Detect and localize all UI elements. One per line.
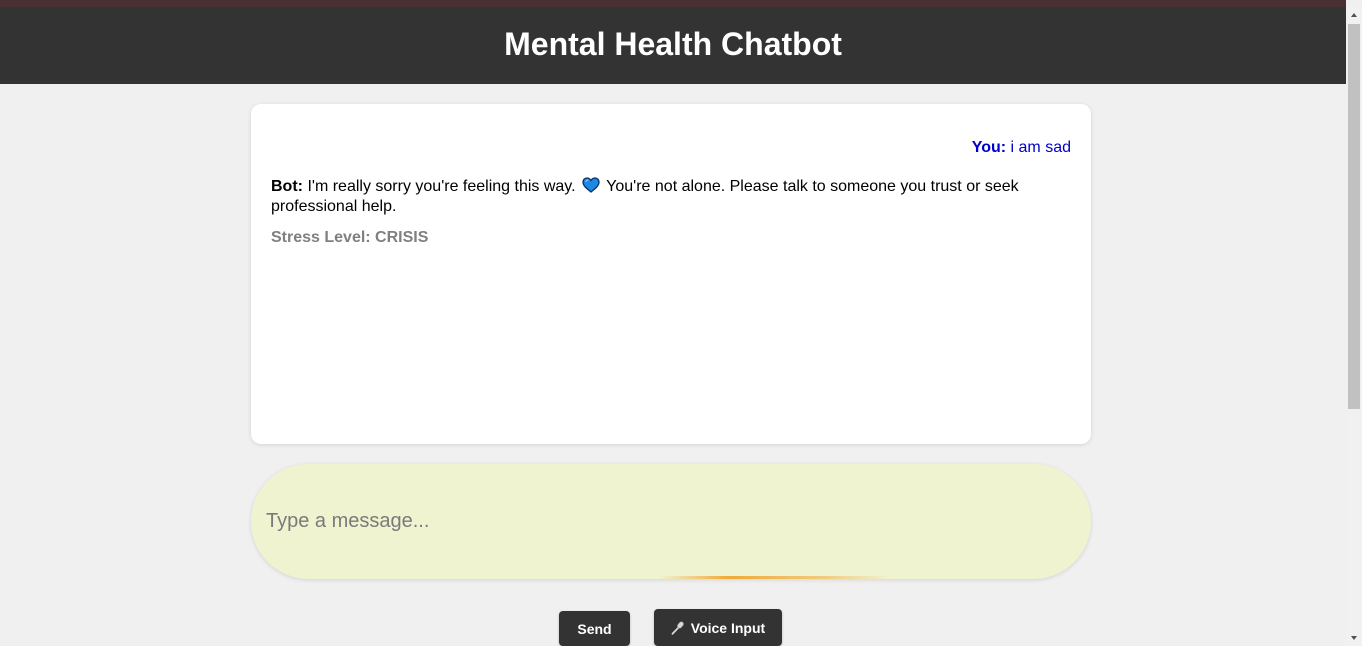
input-glow-accent <box>660 576 890 579</box>
message-input[interactable] <box>251 464 1091 579</box>
bot-message: Bot: I'm really sorry you're feeling thi… <box>271 177 1061 216</box>
chat-box: You: i am sad Bot: I'm really sorry you'… <box>251 104 1091 444</box>
user-sender-label: You: <box>971 139 1007 156</box>
stress-level: Stress Level: CRISIS <box>271 229 429 246</box>
bot-message-text-start: I'm really sorry you're feeling this way… <box>307 178 576 195</box>
user-message: You: i am sad <box>972 139 1071 157</box>
send-button[interactable]: Send <box>559 611 630 646</box>
app-header: Mental Health Chatbot <box>0 7 1346 84</box>
scroll-down-arrow-icon[interactable] <box>1346 630 1362 646</box>
microphone-icon <box>671 620 685 635</box>
page-scrollbar[interactable] <box>1346 7 1362 646</box>
top-border <box>0 0 1346 7</box>
user-message-text: i am sad <box>1010 139 1071 156</box>
send-button-label: Send <box>577 620 612 637</box>
blue-heart-icon <box>582 177 600 198</box>
scrollbar-thumb[interactable] <box>1348 24 1360 409</box>
page-title: Mental Health Chatbot <box>504 26 842 62</box>
message-input-container <box>251 464 1091 579</box>
voice-input-button[interactable]: Voice Input <box>654 609 782 646</box>
scroll-up-arrow-icon[interactable] <box>1346 7 1362 23</box>
voice-button-label: Voice Input <box>690 619 766 636</box>
bot-sender-label: Bot: <box>271 178 303 195</box>
